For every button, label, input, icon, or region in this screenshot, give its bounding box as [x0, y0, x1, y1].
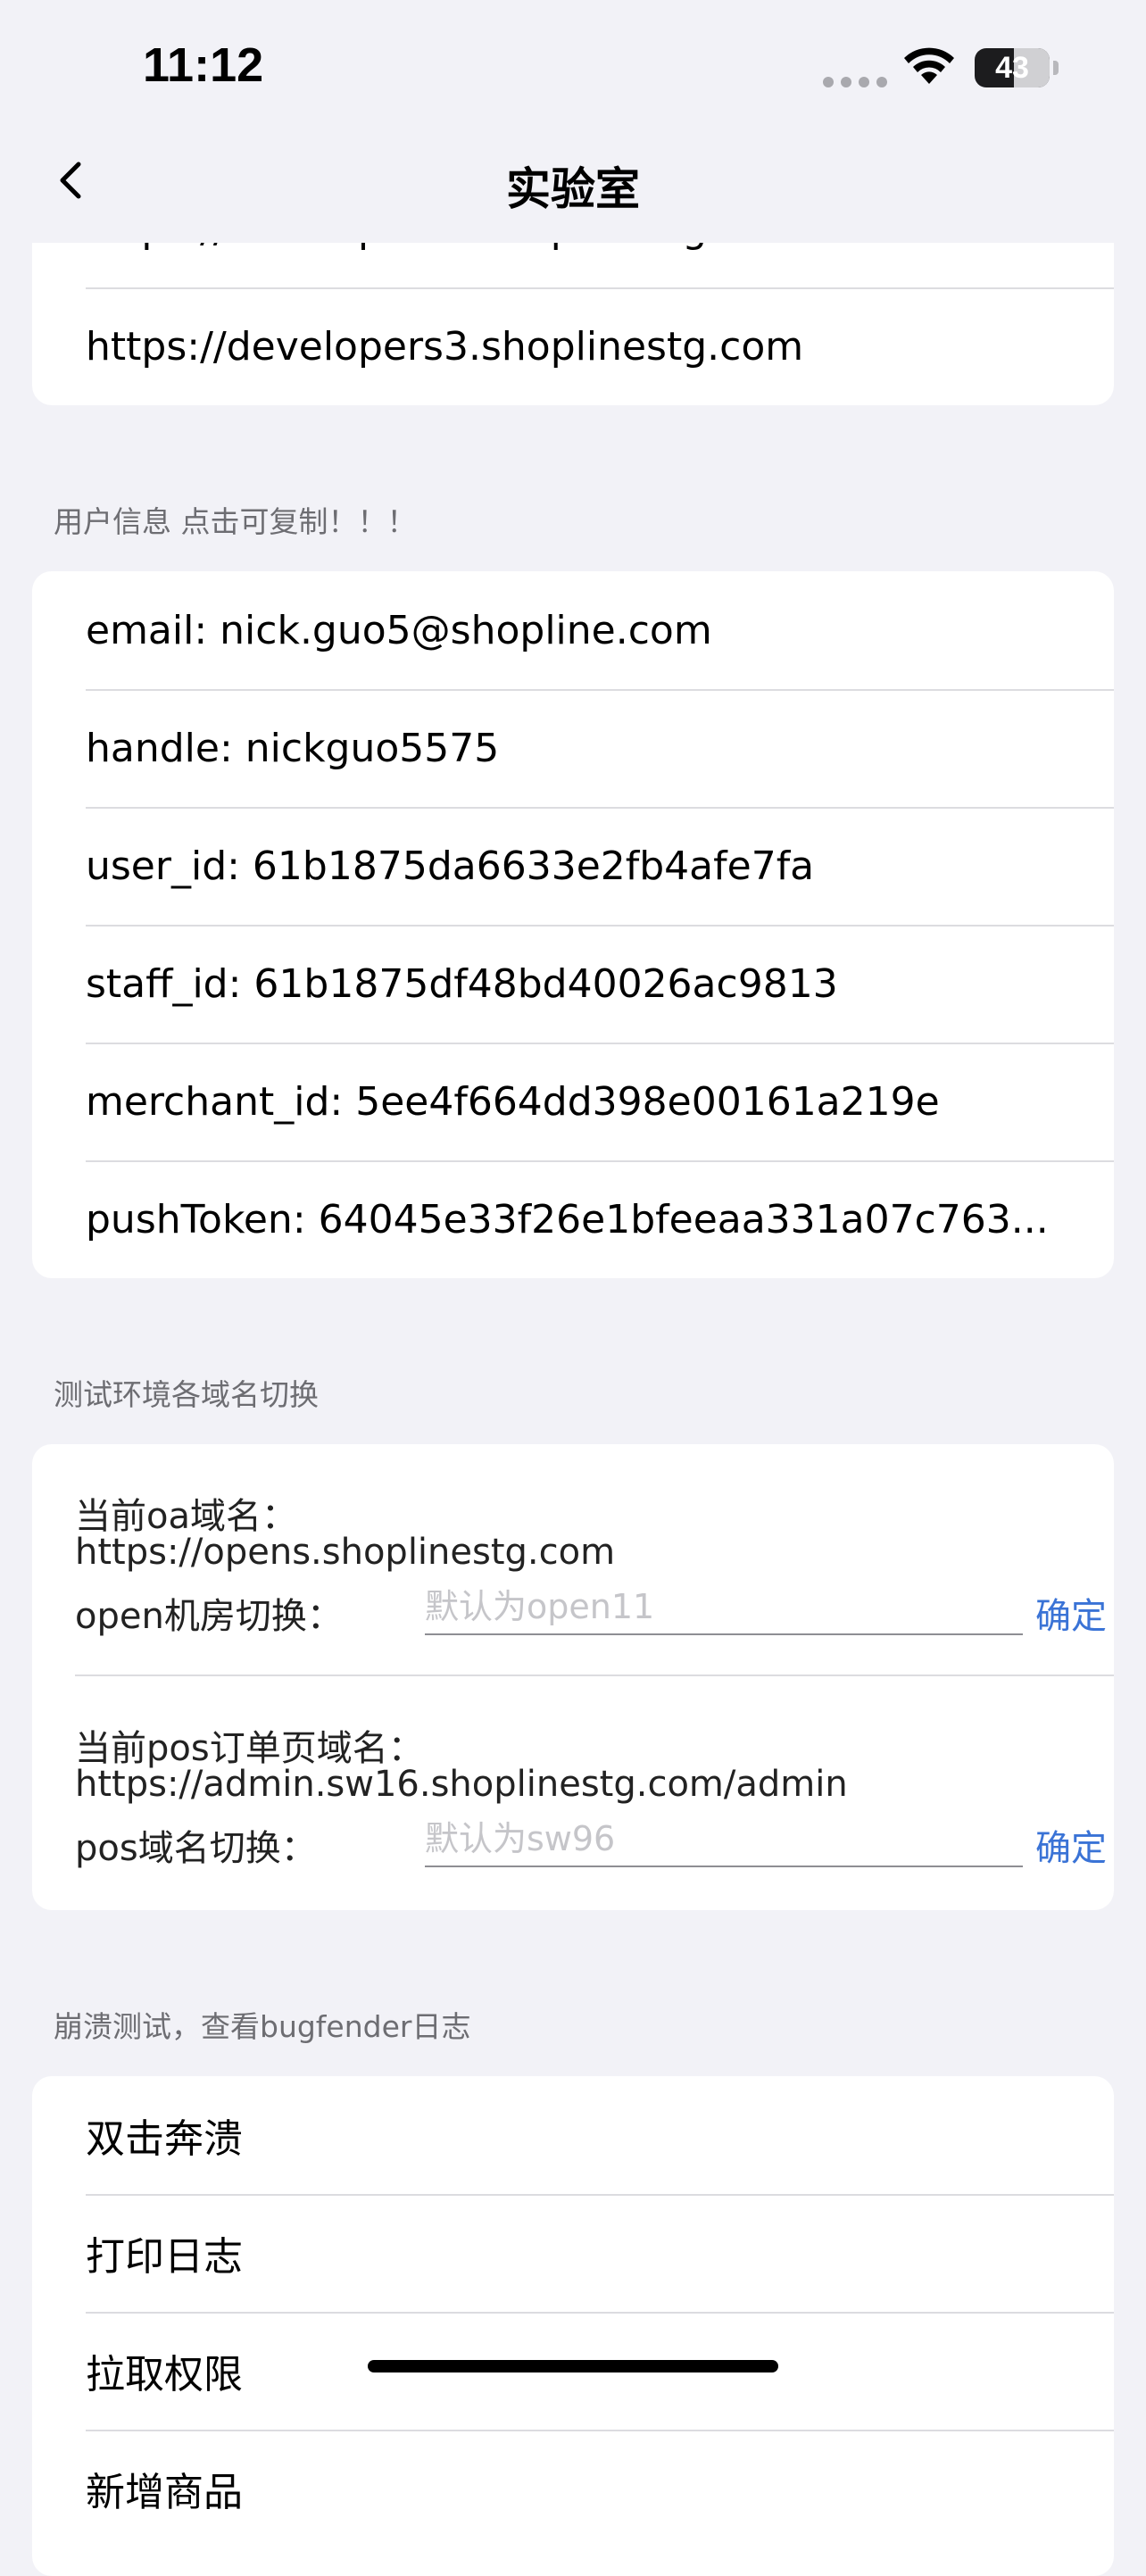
- pos-domain-input[interactable]: [425, 1812, 1023, 1866]
- pos-domain-block: 当前pos订单页域名： https://admin.sw16.shoplines…: [75, 1676, 1114, 1910]
- battery-level: 43: [995, 50, 1029, 85]
- open-domain-block: 当前oa域名： https://opens.shoplinestg.com op…: [75, 1444, 1114, 1676]
- crash-double-tap-item[interactable]: 双击奔溃: [86, 2076, 1114, 2196]
- user-info-staff-id[interactable]: staff_id: 61b1875df48bd40026ac9813: [86, 925, 1114, 1044]
- list-item[interactable]: https://developers3.shoplinestg.com: [86, 287, 1114, 405]
- user-info-handle[interactable]: handle: nickguo5575: [86, 689, 1114, 809]
- env-url: https://developers3.shoplinestg.com: [86, 323, 804, 370]
- section-title-domain-switch: 测试环境各域名切换: [54, 1377, 319, 1412]
- open-confirm-button[interactable]: 确定: [1035, 1587, 1107, 1639]
- status-time: 11:12: [143, 38, 264, 92]
- crash-test-card: 双击奔溃 打印日志 拉取权限 新增商品: [32, 2076, 1114, 2576]
- user-info-text: staff_id: 61b1875df48bd40026ac9813: [86, 960, 838, 1007]
- page-title: 实验室: [506, 163, 640, 215]
- open-domain-input-wrap: [425, 1580, 1023, 1635]
- user-info-card: email: nick.guo5@shopline.com handle: ni…: [32, 571, 1114, 1278]
- domain-switch-card: 当前oa域名： https://opens.shoplinestg.com op…: [32, 1444, 1114, 1910]
- user-info-push-token[interactable]: pushToken: 64045e33f26e1bfeeaa331a07c763…: [86, 1160, 1114, 1278]
- print-log-item[interactable]: 打印日志: [86, 2194, 1114, 2314]
- user-info-text: user_id: 61b1875da6633e2fb4afe7fa: [86, 843, 815, 889]
- user-info-email[interactable]: email: nick.guo5@shopline.com: [86, 571, 1114, 691]
- wifi-icon: [904, 47, 954, 84]
- user-info-merchant-id[interactable]: merchant_id: 5ee4f664dd398e00161a219e: [86, 1043, 1114, 1162]
- user-info-text: merchant_id: 5ee4f664dd398e00161a219e: [86, 1078, 940, 1125]
- add-product-item[interactable]: 新增商品: [86, 2430, 1114, 2547]
- current-pos-domain-value: https://admin.sw16.shoplinestg.com/admin: [75, 1764, 848, 1805]
- cellular-signal-icon: [823, 77, 887, 87]
- section-title-user-info: 用户信息 点击可复制！！！: [54, 504, 417, 539]
- crash-item-label: 新增商品: [86, 2470, 243, 2515]
- user-info-user-id[interactable]: user_id: 61b1875da6633e2fb4afe7fa: [86, 807, 1114, 927]
- battery-cap: [1053, 61, 1059, 75]
- crash-item-label: 拉取权限: [86, 2352, 243, 2397]
- crash-item-label: 双击奔溃: [86, 2116, 243, 2162]
- current-oa-domain-value: https://opens.shoplinestg.com: [75, 1532, 616, 1573]
- open-switch-label: open机房切换：: [75, 1596, 343, 1637]
- user-info-text: email: nick.guo5@shopline.com: [86, 607, 712, 653]
- pos-switch-label: pos域名切换：: [75, 1828, 317, 1869]
- crash-item-label: 打印日志: [86, 2234, 243, 2280]
- scroll-content[interactable]: https://developers2.shoplinestg.com http…: [0, 0, 1146, 2576]
- top-bar: 11:12 43 实验室: [0, 0, 1146, 243]
- home-indicator: [368, 2360, 778, 2372]
- section-title-crash-test: 崩溃测试，查看bugfender日志: [54, 2009, 471, 2044]
- battery-icon: 43: [975, 48, 1050, 87]
- pos-domain-input-wrap: [425, 1812, 1023, 1867]
- pos-confirm-button[interactable]: 确定: [1035, 1819, 1107, 1871]
- open-domain-input[interactable]: [425, 1580, 1023, 1633]
- user-info-text: handle: nickguo5575: [86, 725, 500, 771]
- user-info-text: pushToken: 64045e33f26e1bfeeaa331a07c763…: [86, 1196, 1049, 1242]
